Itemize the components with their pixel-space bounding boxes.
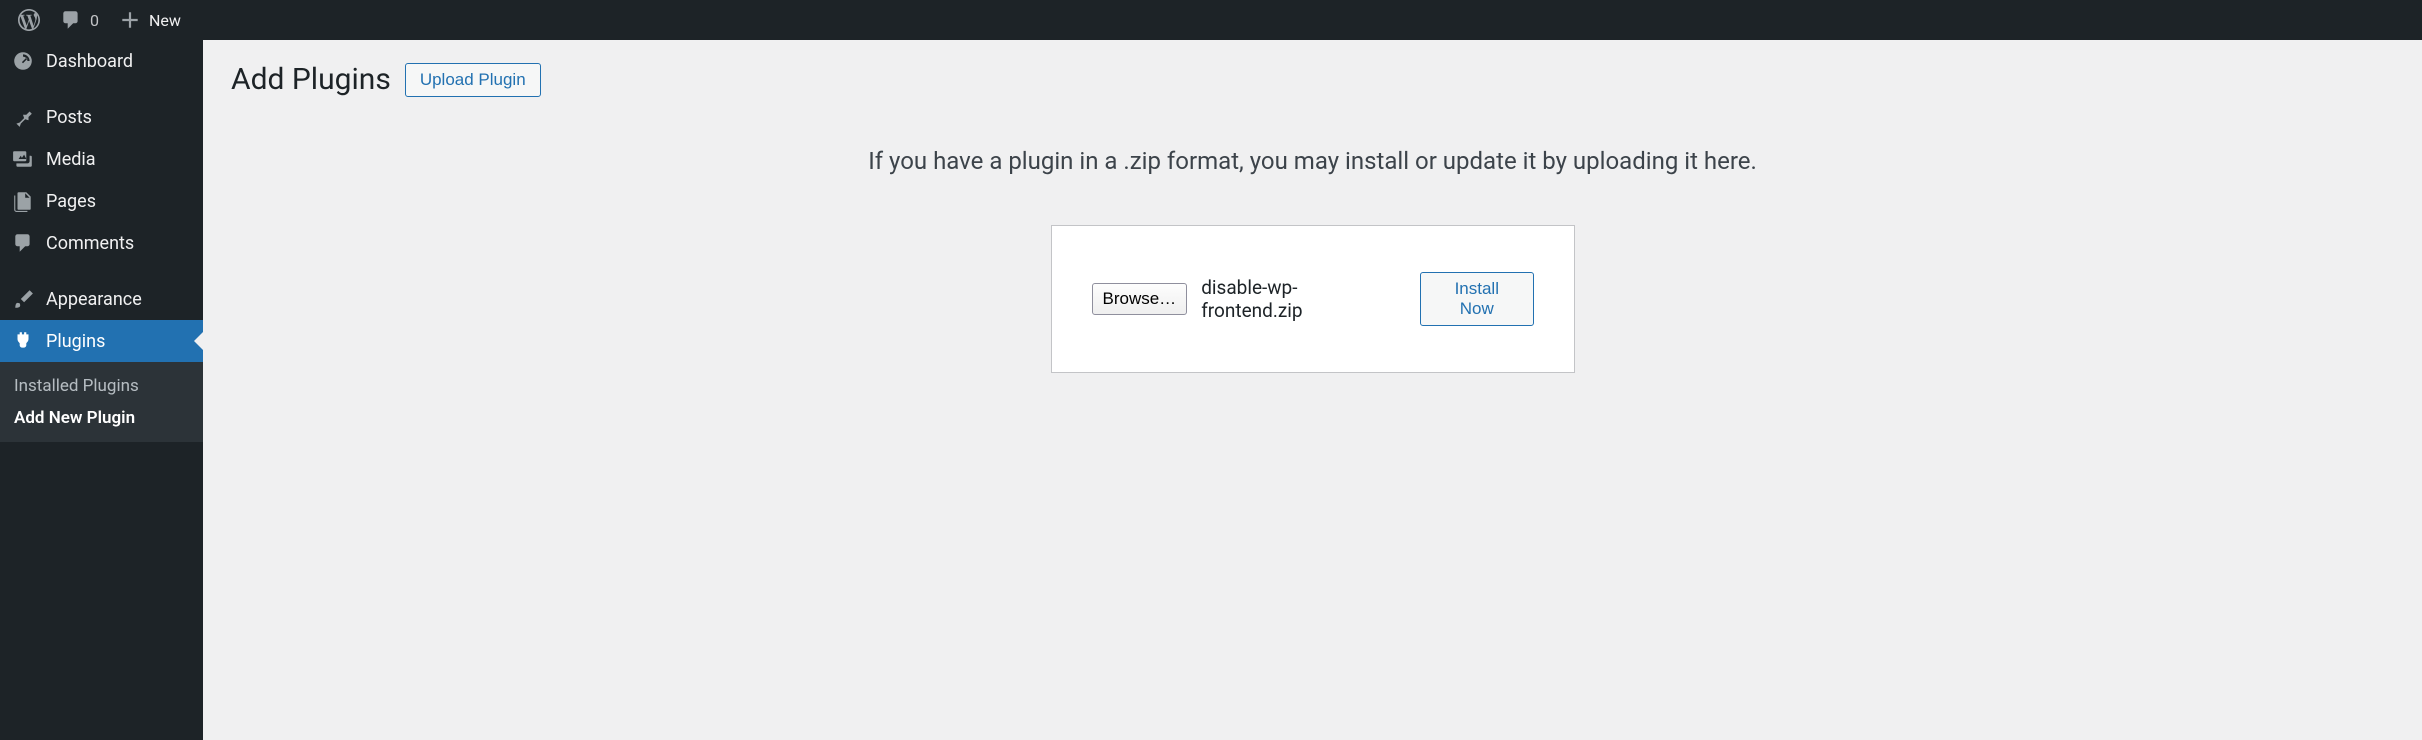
plugins-submenu: Installed Plugins Add New Plugin: [0, 362, 203, 442]
comment-count: 0: [90, 11, 99, 30]
comment-icon: [60, 9, 82, 31]
comment-icon: [12, 232, 34, 254]
sidebar-label: Pages: [46, 191, 96, 212]
comments-menu[interactable]: 0: [50, 0, 109, 40]
upload-plugin-button[interactable]: Upload Plugin: [405, 63, 541, 97]
pages-icon: [12, 190, 34, 212]
sidebar-item-posts[interactable]: Posts: [0, 96, 203, 138]
new-content-label: New: [149, 11, 181, 30]
main-content: Add Plugins Upload Plugin If you have a …: [203, 40, 2422, 740]
wp-logo-menu[interactable]: [8, 0, 50, 40]
admin-toolbar: 0 New: [0, 0, 2422, 40]
sidebar-item-dashboard[interactable]: Dashboard: [0, 40, 203, 82]
brush-icon: [12, 288, 34, 310]
sidebar-label: Media: [46, 149, 96, 170]
submenu-add-new-plugin[interactable]: Add New Plugin: [0, 402, 203, 434]
sidebar-item-appearance[interactable]: Appearance: [0, 278, 203, 320]
install-now-button[interactable]: Install Now: [1420, 272, 1533, 326]
sidebar-label: Dashboard: [46, 51, 133, 72]
plugin-icon: [12, 330, 34, 352]
dashboard-icon: [12, 50, 34, 72]
page-header: Add Plugins Upload Plugin: [231, 62, 2394, 97]
sidebar-item-media[interactable]: Media: [0, 138, 203, 180]
sidebar-label: Comments: [46, 233, 134, 254]
plus-icon: [119, 9, 141, 31]
selected-filename: disable-wp-frontend.zip: [1201, 276, 1390, 322]
browse-button[interactable]: Browse…: [1092, 283, 1188, 315]
sidebar-label: Plugins: [46, 331, 105, 352]
submenu-installed-plugins[interactable]: Installed Plugins: [0, 370, 203, 402]
sidebar-label: Appearance: [46, 289, 142, 310]
media-icon: [12, 148, 34, 170]
new-content-menu[interactable]: New: [109, 0, 191, 40]
menu-separator: [0, 82, 203, 96]
sidebar-item-plugins[interactable]: Plugins: [0, 320, 203, 362]
page-title: Add Plugins: [231, 62, 391, 97]
upload-form: Browse… disable-wp-frontend.zip Install …: [1051, 225, 1575, 373]
pin-icon: [12, 106, 34, 128]
upload-help-text: If you have a plugin in a .zip format, y…: [231, 147, 2394, 175]
wordpress-icon: [18, 9, 40, 31]
menu-separator: [0, 264, 203, 278]
sidebar-label: Posts: [46, 107, 92, 128]
sidebar-item-comments[interactable]: Comments: [0, 222, 203, 264]
sidebar-item-pages[interactable]: Pages: [0, 180, 203, 222]
admin-sidebar: Dashboard Posts Media Pages Comments App…: [0, 40, 203, 740]
